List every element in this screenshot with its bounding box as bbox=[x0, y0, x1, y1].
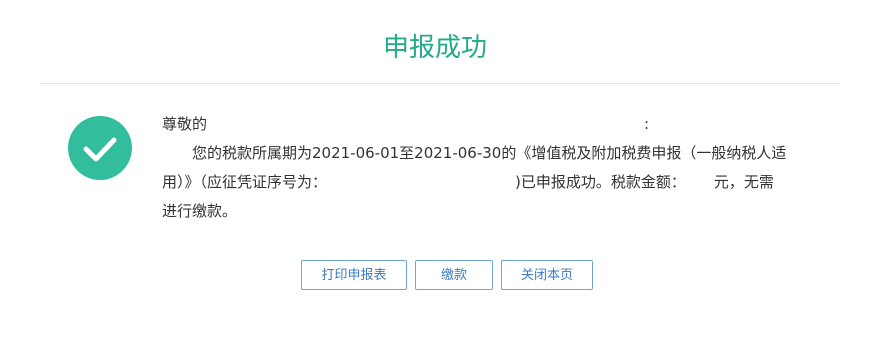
close-page-button[interactable]: 关闭本页 bbox=[501, 260, 593, 290]
check-circle-icon bbox=[68, 116, 132, 180]
tax-period-line: 您的税款所属期为2021-06-01至2021-06-30的《增值税及附加税费申… bbox=[162, 139, 837, 168]
action-buttons: 打印申报表 缴款 关闭本页 bbox=[301, 260, 593, 292]
success-message: 尊敬的: 您的税款所属期为2021-06-01至2021-06-30的《增值税及… bbox=[162, 110, 837, 226]
declaration-success-text: )已申报成功。税款金额： bbox=[515, 173, 686, 191]
amount-suffix: 元，无需 bbox=[713, 173, 774, 191]
title-divider bbox=[40, 83, 840, 84]
print-declaration-button[interactable]: 打印申报表 bbox=[301, 260, 407, 290]
payment-line: 进行缴款。 bbox=[162, 197, 837, 226]
greeting-colon: : bbox=[644, 115, 650, 133]
tax-amount-redacted bbox=[686, 168, 714, 169]
declaration-success-page: 申报成功 尊敬的: 您的税款所属期为2021-06-01至2021-06-30的… bbox=[0, 0, 870, 347]
certificate-number-redacted bbox=[327, 168, 515, 169]
greeting-line: 尊敬的: bbox=[162, 110, 837, 139]
greeting-prefix: 尊敬的 bbox=[162, 115, 208, 133]
pay-button[interactable]: 缴款 bbox=[415, 260, 493, 290]
taxpayer-name-redacted bbox=[207, 110, 644, 111]
payment-text: 进行缴款。 bbox=[162, 202, 238, 220]
tax-period-text: 您的税款所属期为2021-06-01至2021-06-30的《增值税及附加税费申… bbox=[192, 144, 787, 162]
certificate-prefix: 用）》（应征凭证序号为： bbox=[162, 173, 328, 191]
page-title: 申报成功 bbox=[382, 33, 487, 63]
certificate-line: 用）》（应征凭证序号为： )已申报成功。税款金额： 元，无需 bbox=[162, 168, 837, 197]
